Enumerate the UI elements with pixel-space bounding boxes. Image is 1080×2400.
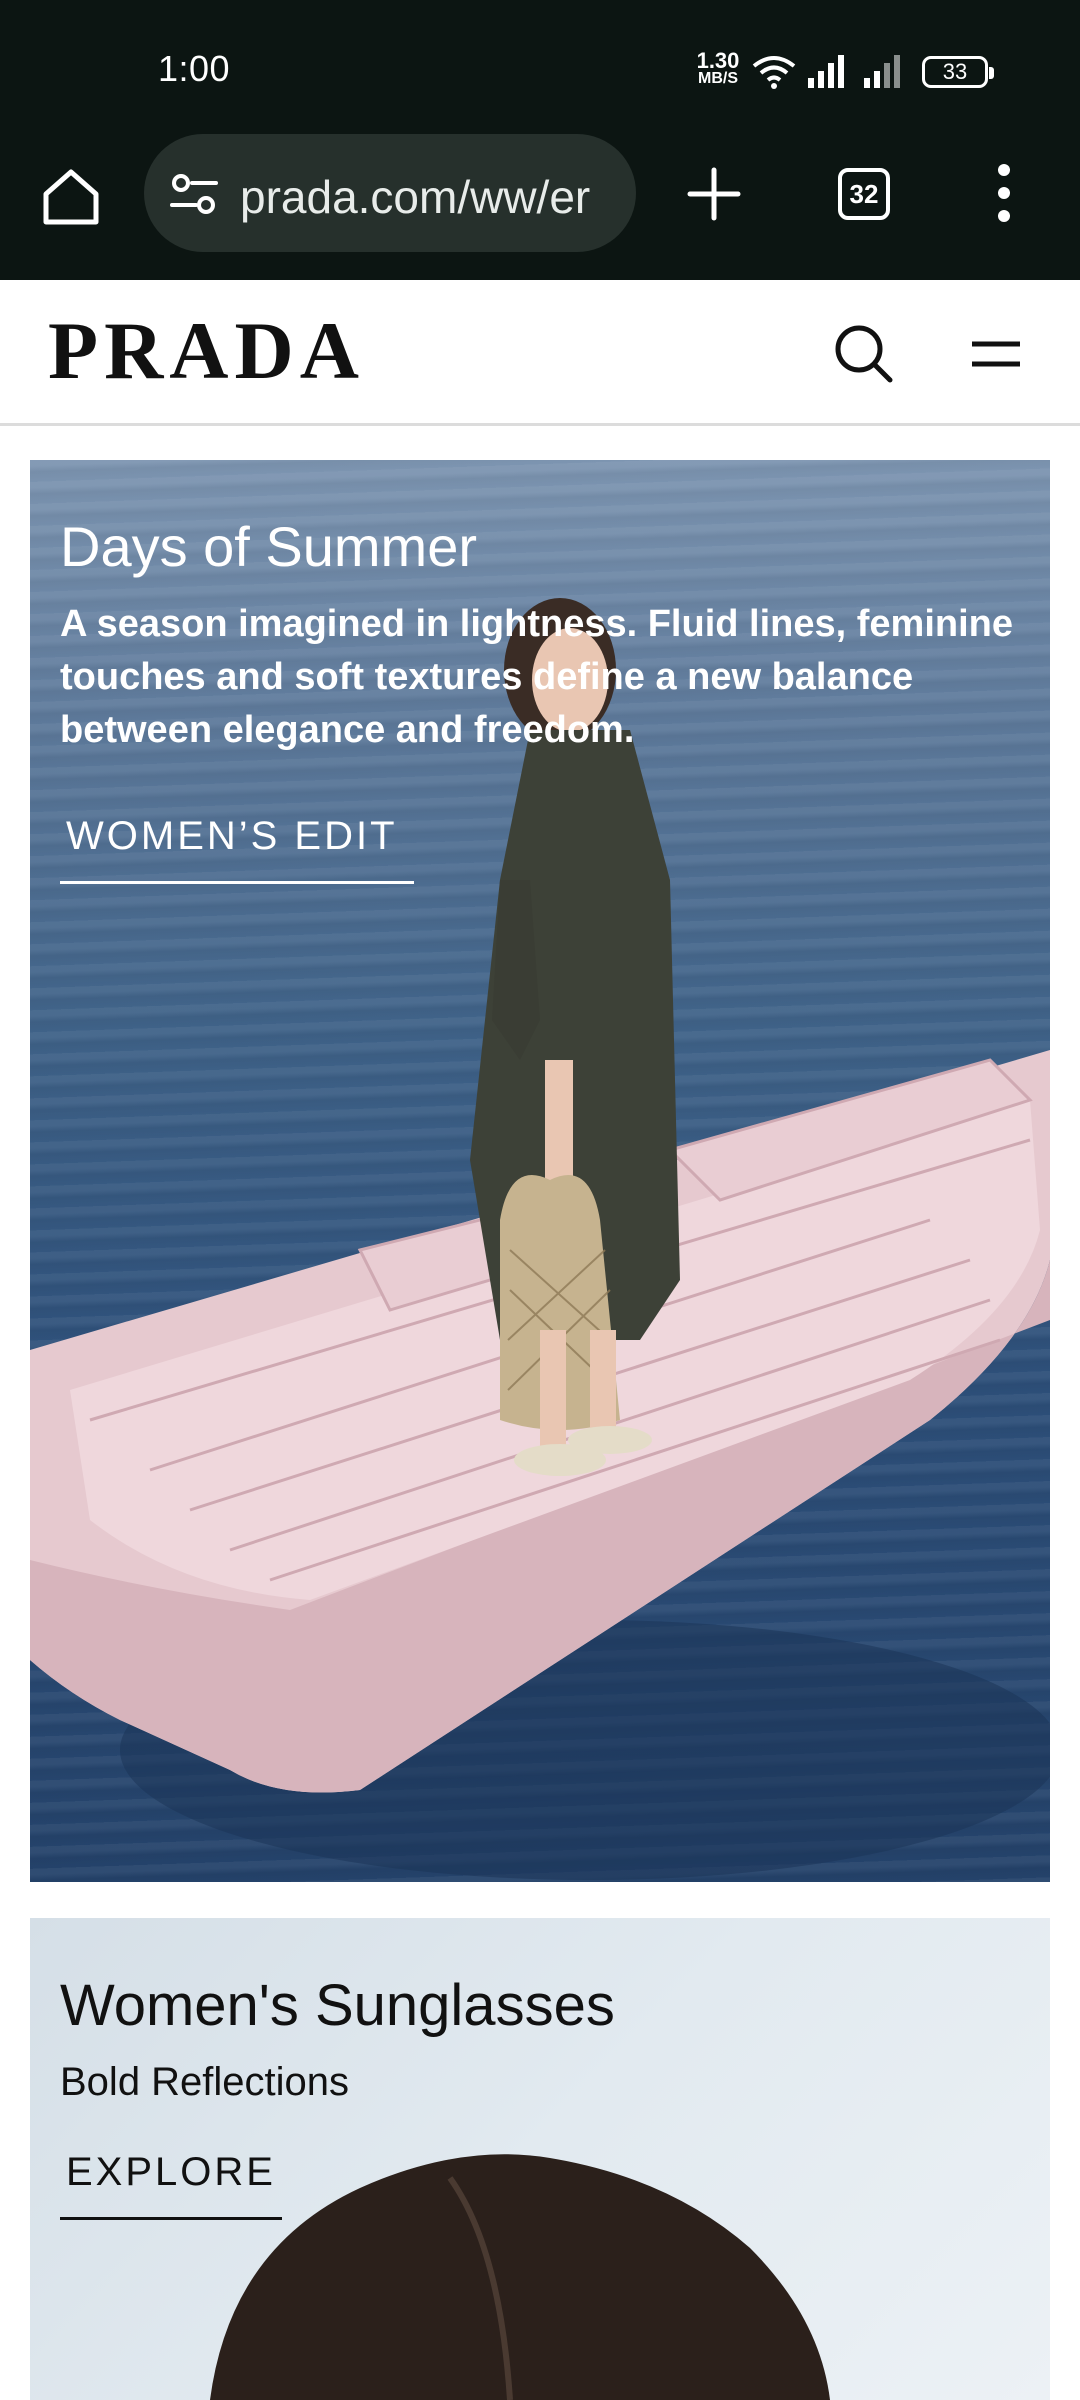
status-time: 1:00: [158, 48, 230, 90]
sunglasses-banner[interactable]: Women's Sunglasses Bold Reflections EXPL…: [30, 1918, 1050, 2400]
address-bar[interactable]: prada.com/ww/er: [144, 134, 636, 252]
hero-title: Days of Summer: [60, 514, 477, 579]
status-bar: 1:00 1.30 MB/S 33: [0, 0, 1080, 130]
promo-subtitle: Bold Reflections: [60, 2060, 349, 2105]
menu-icon[interactable]: [970, 334, 1022, 374]
promo-title: Women's Sunglasses: [60, 1972, 615, 2039]
browser-toolbar: prada.com/ww/er 32: [0, 130, 1080, 280]
signal-strength-2-icon: [862, 54, 902, 88]
network-speed: 1.30 MB/S: [692, 52, 744, 88]
tune-icon[interactable]: [170, 172, 218, 216]
plus-icon[interactable]: [684, 164, 744, 224]
home-icon[interactable]: [38, 164, 104, 230]
more-vert-icon[interactable]: [992, 160, 1016, 226]
explore-link[interactable]: EXPLORE: [60, 2140, 282, 2220]
site-header: PRADA: [0, 280, 1080, 426]
search-icon[interactable]: [832, 322, 894, 384]
network-speed-unit: MB/S: [692, 70, 744, 88]
tabs-button[interactable]: 32: [838, 168, 890, 220]
battery-indicator: 33: [922, 56, 988, 88]
wifi-icon: [752, 54, 796, 90]
hero-banner[interactable]: Days of Summer A season imagined in ligh…: [30, 460, 1050, 1882]
signal-strength-icon: [806, 54, 846, 88]
hero-description: A season imagined in lightness. Fluid li…: [60, 598, 1040, 757]
url-text[interactable]: prada.com/ww/er: [240, 170, 620, 224]
womens-edit-link[interactable]: WOMEN’S EDIT: [60, 804, 414, 884]
prada-logo[interactable]: PRADA: [48, 310, 365, 392]
